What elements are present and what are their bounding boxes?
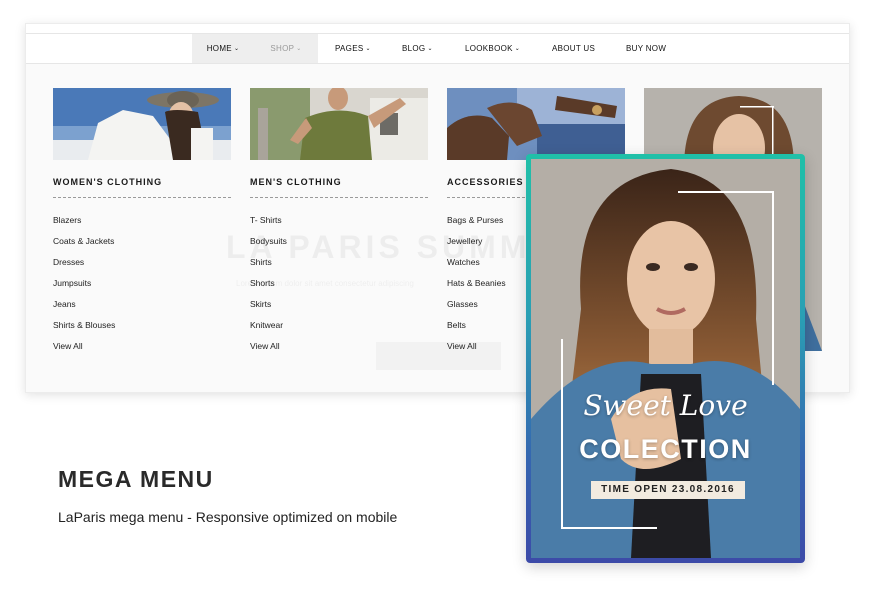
banner-script-text: Sweet Love [583, 389, 748, 422]
menu-column-women: WOMEN'S CLOTHING Blazers Coats & Jackets… [53, 88, 231, 359]
menu-link[interactable]: Coats & Jackets [53, 233, 231, 254]
nav-buy-now[interactable]: BUY NOW [626, 34, 666, 63]
menu-link[interactable]: Bodysuits [250, 233, 428, 254]
chevron-down-icon: ⌄ [296, 46, 302, 52]
menu-link[interactable]: Skirts [250, 296, 428, 317]
frame-topbar [26, 24, 849, 33]
menu-link[interactable]: Jumpsuits [53, 275, 231, 296]
frame-line [772, 191, 774, 385]
men-clothing-image[interactable] [250, 88, 428, 160]
menu-link[interactable]: T- Shirts [250, 212, 428, 233]
nav-shop-label: SHOP [270, 44, 295, 53]
nav-pages[interactable]: PAGES ⌄ [335, 34, 371, 63]
frame-line [678, 191, 774, 193]
chevron-down-icon: ⌄ [365, 46, 371, 52]
banner-title: COLECTION [579, 434, 752, 464]
chevron-down-icon: ⌄ [427, 46, 433, 52]
women-clothing-image[interactable] [53, 88, 231, 160]
nav-home[interactable]: HOME ⌄ [192, 34, 254, 63]
menu-link[interactable]: Shirts [250, 254, 428, 275]
menu-link[interactable]: Jeans [53, 296, 231, 317]
banner-date-label: TIME OPEN 23.08.2016 [591, 481, 745, 499]
promo-subtitle: LaParis mega menu - Responsive optimized… [58, 509, 398, 525]
menu-link[interactable]: Dresses [53, 254, 231, 275]
banner-photo: Sweet Love COLECTION TIME OPEN 23.08.201… [531, 159, 800, 558]
menu-link[interactable]: View All [53, 338, 231, 359]
nav-buy-now-label: BUY NOW [626, 44, 667, 53]
chevron-down-icon: ⌄ [514, 46, 521, 52]
main-navbar: HOME ⌄ SHOP ⌄ PAGES ⌄ BLOG ⌄ LOOKBOOK ⌄ ABOUT… [26, 33, 849, 64]
women-clothing-links: Blazers Coats & Jackets Dresses Jumpsuit… [53, 212, 231, 359]
women-clothing-title[interactable]: WOMEN'S CLOTHING [53, 177, 231, 198]
menu-link[interactable]: Shirts & Blouses [53, 317, 231, 338]
collection-banner[interactable]: Sweet Love COLECTION TIME OPEN 23.08.201… [526, 154, 805, 563]
menu-link[interactable]: Shorts [250, 275, 428, 296]
men-clothing-title[interactable]: MEN'S CLOTHING [250, 177, 428, 198]
nav-about-us[interactable]: ABOUT US [552, 34, 595, 63]
menu-column-men: MEN'S CLOTHING T- Shirts Bodysuits Shirt… [250, 88, 428, 359]
nav-blog-label: BLOG [402, 44, 426, 53]
nav-about-us-label: ABOUT US [552, 44, 596, 53]
menu-link[interactable]: View All [250, 338, 428, 359]
promo-title: MEGA MENU [58, 466, 214, 492]
men-clothing-links: T- Shirts Bodysuits Shirts Shorts Skirts… [250, 212, 428, 359]
nav-blog[interactable]: BLOG ⌄ [402, 34, 433, 63]
menu-link[interactable]: Blazers [53, 212, 231, 233]
nav-lookbook-label: LOOKBOOK [465, 44, 513, 53]
menu-link[interactable]: Knitwear [250, 317, 428, 338]
nav-shop[interactable]: SHOP ⌄ [254, 34, 318, 63]
nav-home-label: HOME [206, 44, 232, 53]
frame-line [561, 527, 657, 529]
accessories-image[interactable] [447, 88, 625, 160]
nav-pages-label: PAGES [335, 44, 364, 53]
nav-lookbook[interactable]: LOOKBOOK ⌄ [465, 34, 520, 63]
chevron-down-icon: ⌄ [233, 46, 240, 52]
